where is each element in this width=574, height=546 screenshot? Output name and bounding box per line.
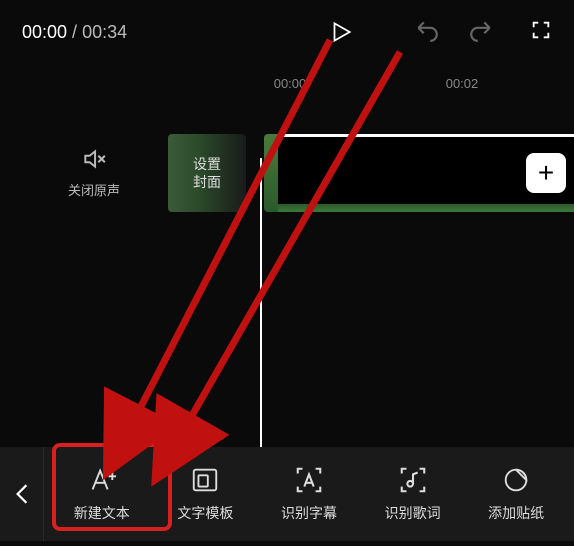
- sticker-icon: [501, 465, 531, 495]
- redo-button[interactable]: [468, 17, 494, 48]
- fullscreen-button[interactable]: [530, 19, 552, 46]
- tool-label: 文字模板: [177, 503, 233, 523]
- back-button[interactable]: [0, 447, 44, 541]
- undo-icon: [414, 17, 440, 43]
- tool-auto-lyrics[interactable]: 识别歌词: [375, 465, 451, 523]
- speaker-mute-icon: [81, 146, 107, 172]
- tracks: 关闭原声 设置 封面 +: [0, 134, 574, 244]
- undo-button[interactable]: [414, 17, 440, 48]
- video-clip[interactable]: +: [264, 134, 574, 212]
- time-display: 00:00 / 00:34: [22, 22, 127, 43]
- total-time: 00:34: [82, 22, 127, 42]
- top-bar: 00:00 / 00:34: [0, 0, 574, 64]
- tool-label: 识别歌词: [385, 503, 441, 523]
- set-cover-button[interactable]: 设置 封面: [168, 134, 246, 212]
- tool-label: 新建文本: [74, 503, 130, 523]
- tool-auto-caption[interactable]: 识别字幕: [271, 465, 347, 523]
- tool-label: 识别字幕: [281, 503, 337, 523]
- tool-new-text[interactable]: 新建文本: [64, 465, 140, 523]
- mute-audio-button[interactable]: 关闭原声: [68, 146, 120, 199]
- tool-text-template[interactable]: 文字模板: [167, 465, 243, 523]
- bottom-toolbar: 新建文本 文字模板 识别字幕 识别歌词 添加贴纸: [0, 447, 574, 541]
- play-icon: [328, 19, 354, 45]
- tool-add-sticker[interactable]: 添加贴纸: [478, 465, 554, 523]
- current-time: 00:00: [22, 22, 67, 42]
- time-mark: 00:00: [274, 76, 307, 91]
- clip-handle-left[interactable]: [264, 134, 278, 212]
- text-add-icon: [87, 465, 117, 495]
- time-ruler[interactable]: 00:00 00:02: [0, 76, 574, 104]
- tool-label: 添加贴纸: [488, 503, 544, 523]
- caption-scan-icon: [294, 465, 324, 495]
- fullscreen-icon: [530, 19, 552, 41]
- chevron-left-icon: [15, 483, 29, 505]
- cover-label-line2: 封面: [193, 173, 221, 191]
- lyrics-scan-icon: [398, 465, 428, 495]
- redo-icon: [468, 17, 494, 43]
- cover-label-line1: 设置: [193, 155, 221, 173]
- add-clip-button[interactable]: +: [526, 153, 566, 193]
- play-button[interactable]: [328, 19, 354, 45]
- plus-icon: +: [538, 157, 554, 189]
- mute-label: 关闭原声: [68, 180, 120, 199]
- time-mark: 00:02: [446, 76, 479, 91]
- timeline-area: 00:00 00:02 关闭原声 设置 封面 +: [0, 64, 574, 404]
- playhead[interactable]: [260, 158, 262, 468]
- text-template-icon: [190, 465, 220, 495]
